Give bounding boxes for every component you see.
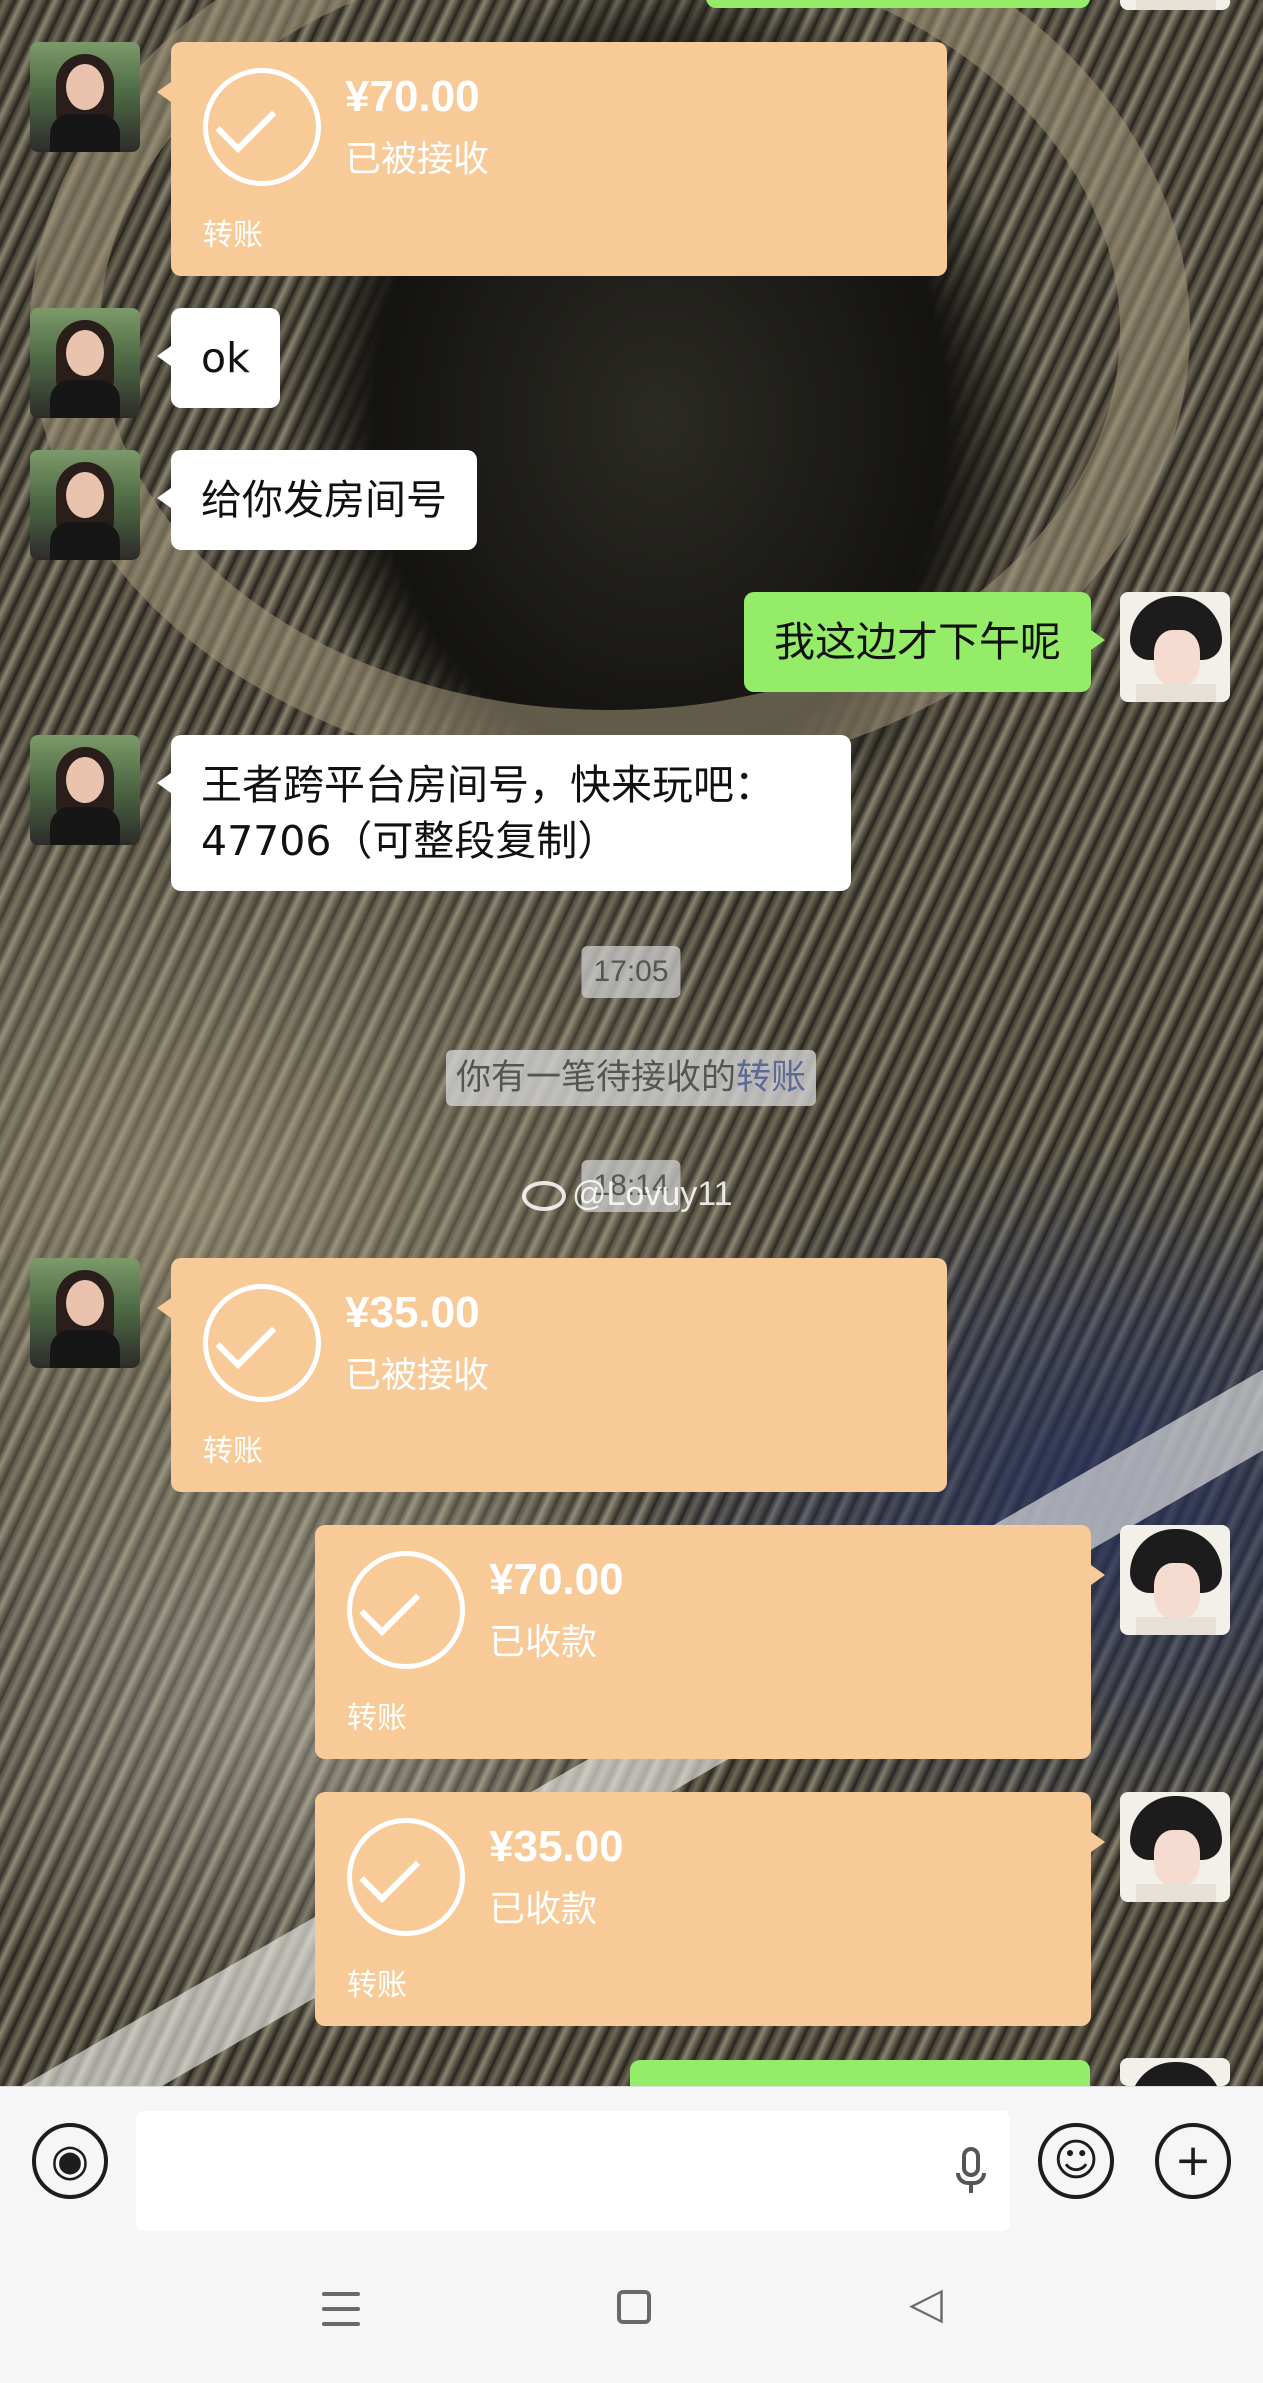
self-avatar[interactable] <box>1120 0 1230 10</box>
transfer-status: 已收款 <box>489 1889 598 1930</box>
emoji-button[interactable]: ☺ <box>1038 2123 1114 2199</box>
input-bar: ◉ ☺ + <box>0 2086 1263 2233</box>
message-text: 我这边才下午呢 <box>774 618 1061 666</box>
transfer-card[interactable]: ¥70.00 已被接收 转账 <box>157 42 947 276</box>
smiley-icon: ☺ <box>1053 2135 1099 2186</box>
message-input[interactable] <box>136 2111 1010 2231</box>
weibo-watermark: @Lovuy11 <box>522 1164 733 1224</box>
system-nav-bar: ◁ <box>0 2232 1263 2383</box>
self-avatar[interactable] <box>1120 1525 1230 1635</box>
contact-avatar[interactable] <box>30 735 140 845</box>
message-bubble[interactable]: ok <box>157 308 280 408</box>
check-circle-icon <box>203 68 321 186</box>
message-bubble[interactable]: 给你发房间号 <box>157 450 477 550</box>
transfer-label: 转账 <box>203 218 263 253</box>
message-text: 王者跨平台房间号，快来玩吧： 47706（可整段复制） <box>201 761 775 865</box>
weibo-icon <box>522 1181 566 1212</box>
voice-mode-button[interactable]: ◉ <box>32 2123 108 2199</box>
home-square-icon[interactable] <box>617 2290 651 2324</box>
transfer-amount: ¥70.00 <box>345 72 480 121</box>
contact-avatar[interactable] <box>30 450 140 560</box>
contact-avatar[interactable] <box>30 1258 140 1368</box>
transfer-status: 已被接收 <box>345 1355 490 1396</box>
message-text: 给你发房间号 <box>201 476 447 524</box>
self-transfer-card[interactable]: ¥70.00 已收款 转账 <box>315 1525 1105 1759</box>
transfer-label: 转账 <box>347 1968 407 2003</box>
transfer-label: 转账 <box>347 1701 407 1736</box>
check-circle-icon <box>347 1551 465 1669</box>
watermark-text: @Lovuy11 <box>572 1175 733 1213</box>
self-avatar[interactable] <box>1120 1792 1230 1902</box>
transfer-amount: ¥35.00 <box>489 1822 624 1871</box>
cut-off-message-bubble[interactable] <box>706 0 1090 8</box>
transfer-amount: ¥70.00 <box>489 1555 624 1604</box>
transfer-link[interactable]: 转账 <box>736 1058 806 1098</box>
system-notice: 你有一笔待接收的转账 <box>445 1050 817 1106</box>
self-avatar[interactable] <box>1120 2058 1230 2086</box>
microphone-icon[interactable] <box>956 2147 986 2197</box>
contact-avatar[interactable] <box>30 308 140 418</box>
more-button[interactable]: + <box>1155 2123 1231 2199</box>
message-bubble[interactable]: 王者跨平台房间号，快来玩吧： 47706（可整段复制） <box>157 735 851 891</box>
transfer-amount: ¥35.00 <box>345 1288 480 1337</box>
voice-wave-icon: ◉ <box>50 2135 90 2186</box>
chat-screen: ¥70.00 已被接收 转账 ok 给你发房间号 我这边才下午呢 王者跨平台房间… <box>0 0 1263 2383</box>
contact-avatar[interactable] <box>30 42 140 152</box>
plus-icon: + <box>1174 2135 1212 2186</box>
check-circle-icon <box>347 1818 465 1936</box>
transfer-label: 转账 <box>203 1434 263 1469</box>
message-text: ok <box>201 334 250 382</box>
transfer-status: 已被接收 <box>345 139 490 180</box>
self-message-bubble[interactable]: 我这边才下午呢 <box>744 592 1105 692</box>
check-circle-icon <box>203 1284 321 1402</box>
transfer-status: 已收款 <box>489 1622 598 1663</box>
system-notice-text: 你有一笔待接收的 <box>455 1058 736 1098</box>
back-triangle-icon[interactable]: ◁ <box>896 2274 956 2334</box>
self-transfer-card[interactable]: ¥35.00 已收款 转账 <box>315 1792 1105 2026</box>
menu-icon[interactable] <box>322 2292 360 2326</box>
self-avatar[interactable] <box>1120 592 1230 702</box>
timestamp: 17:05 <box>581 946 681 998</box>
transfer-card[interactable]: ¥35.00 已被接收 转账 <box>157 1258 947 1492</box>
